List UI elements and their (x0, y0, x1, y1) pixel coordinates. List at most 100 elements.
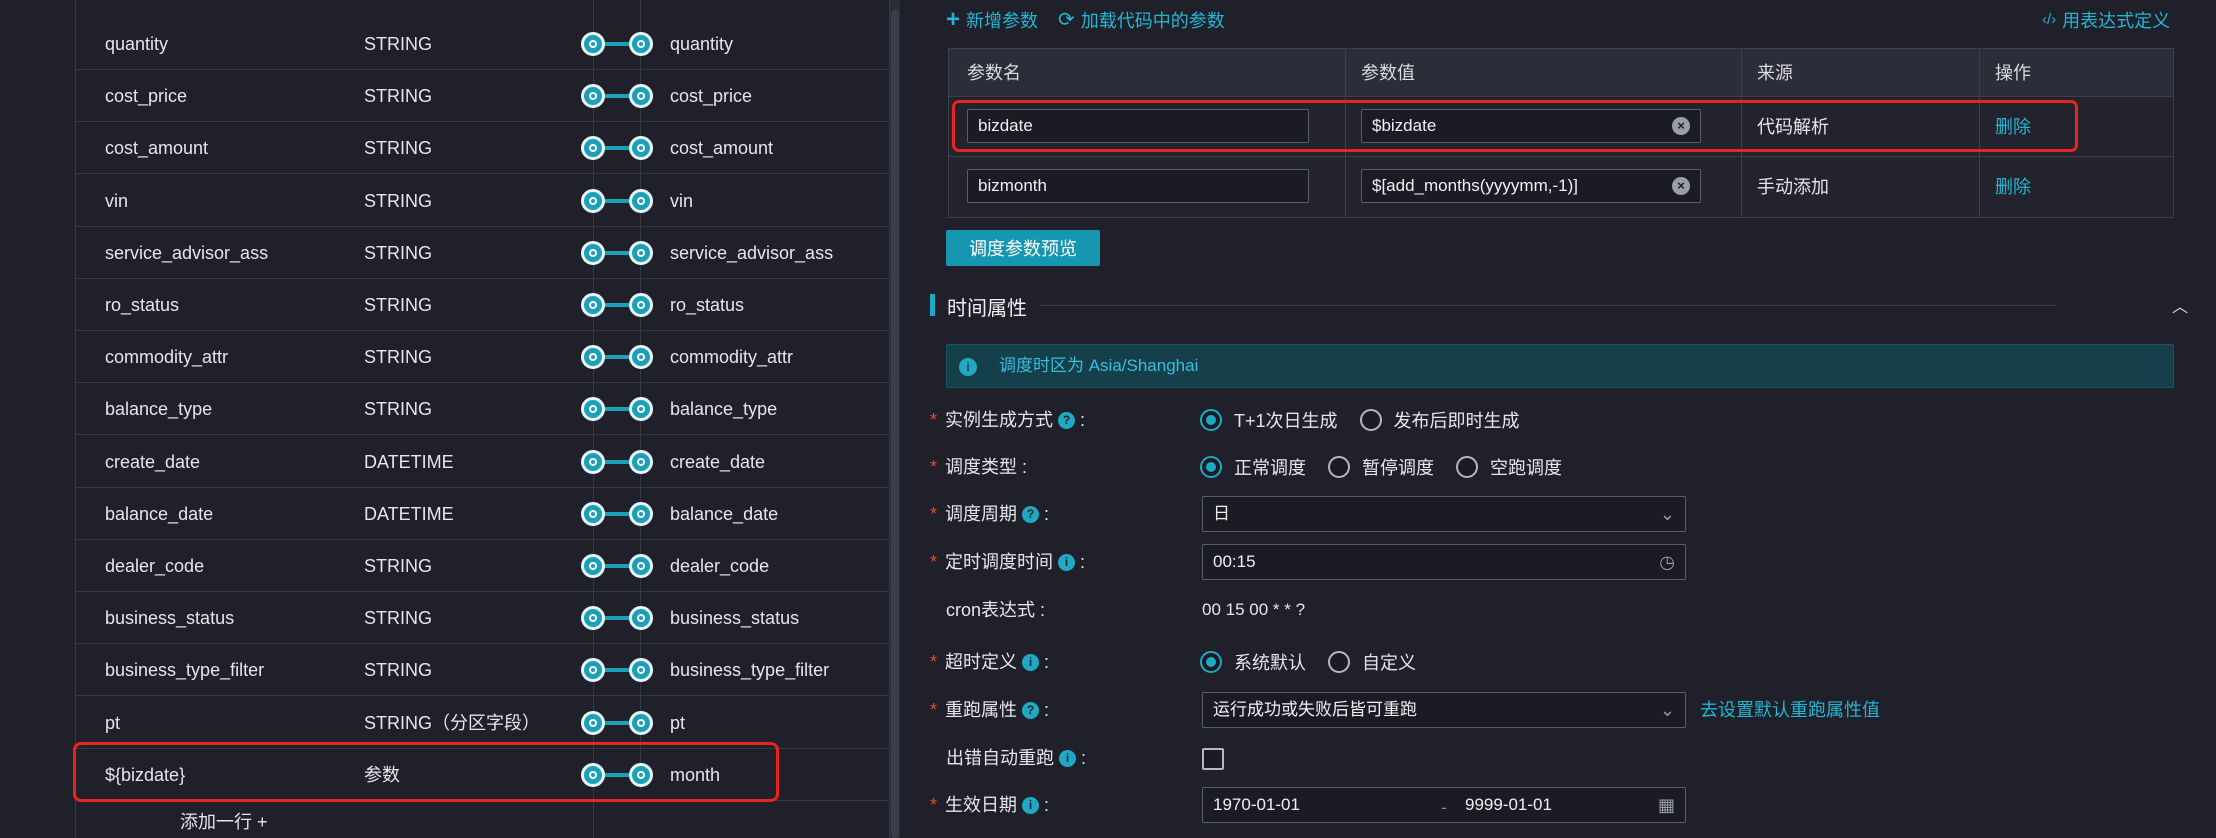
target-field: business_status (670, 608, 800, 629)
radio-system-default[interactable]: 系统默认 (1200, 649, 1306, 675)
info-icon[interactable]: i (1059, 749, 1076, 767)
source-anchor-icon[interactable] (581, 240, 605, 265)
source-anchor-icon[interactable] (581, 606, 605, 631)
mapping-row: pt STRING（分区字段） pt (76, 697, 891, 749)
target-anchor-icon[interactable] (629, 397, 653, 422)
preview-params-button[interactable]: 调度参数预览 (946, 230, 1100, 266)
colon: : (1081, 748, 1087, 768)
mapping-connector[interactable] (581, 84, 653, 109)
connector-line (603, 564, 631, 568)
source-anchor-icon[interactable] (581, 84, 605, 109)
scrollbar[interactable] (890, 0, 900, 838)
target-field: business_type_filter (670, 660, 830, 681)
info-icon[interactable]: i (1022, 796, 1040, 814)
end-date[interactable]: 9999-01-01 (1465, 788, 1552, 822)
radio-unselected[interactable] (1328, 456, 1350, 478)
target-anchor-icon[interactable] (629, 136, 653, 161)
radio-unselected[interactable] (1359, 409, 1382, 431)
mapping-connector[interactable] (581, 554, 653, 578)
colon: : (1044, 504, 1050, 524)
radio-unselected[interactable] (1328, 651, 1350, 673)
radio-custom[interactable]: 自定义 (1328, 649, 1416, 675)
source-anchor-icon[interactable] (581, 293, 605, 317)
source-anchor-icon[interactable] (581, 188, 605, 213)
help-icon[interactable]: ? (1022, 505, 1040, 523)
target-anchor-icon[interactable] (629, 32, 653, 56)
mapping-connector[interactable] (581, 188, 653, 213)
effective-date-range[interactable]: 1970-01-01 - 9999-01-01 ▦ (1202, 787, 1686, 823)
radio-unselected[interactable] (1456, 456, 1478, 478)
source-anchor-icon[interactable] (581, 449, 605, 474)
label-text: 生效日期 (945, 795, 1018, 815)
add-row-button[interactable]: 添加一行 + (180, 808, 268, 834)
radio-paused[interactable]: 暂停调度 (1328, 454, 1434, 480)
mapping-row: ro_status STRING ro_status (76, 279, 891, 331)
clear-icon[interactable]: × (1672, 177, 1690, 195)
add-param-button[interactable]: + 新增参数 (946, 7, 1038, 33)
mapping-row: commodity_attr STRING commodity_attr (76, 331, 891, 384)
param-value-input[interactable]: $[add_months(yyyymm,-1)] × (1361, 169, 1701, 203)
mapping-row: cost_price STRING cost_price (76, 70, 891, 123)
start-date[interactable]: 1970-01-01 (1213, 795, 1300, 814)
auto-rerun-checkbox[interactable] (1202, 748, 1224, 770)
time-picker[interactable]: 00:15 ◷ (1202, 544, 1686, 580)
field-type: STRING (364, 556, 433, 576)
source-field: commodity_attr (105, 347, 229, 368)
target-anchor-icon[interactable] (629, 501, 653, 526)
radio-immediate[interactable]: 发布后即时生成 (1359, 407, 1520, 433)
mapping-connector[interactable] (581, 293, 653, 317)
source-anchor-icon[interactable] (581, 397, 605, 422)
source-anchor-icon[interactable] (581, 136, 605, 161)
target-anchor-icon[interactable] (629, 606, 653, 631)
radio-t1[interactable]: T+1次日生成 (1200, 407, 1338, 433)
mapping-connector[interactable] (581, 345, 653, 370)
mapping-connector[interactable] (581, 606, 653, 631)
mapping-connector[interactable] (581, 32, 653, 56)
chevron-up-icon[interactable]: ︿ (2172, 293, 2188, 317)
target-anchor-icon[interactable] (629, 84, 653, 109)
target-field: vin (670, 190, 694, 211)
source-anchor-icon[interactable] (581, 501, 605, 526)
target-anchor-icon[interactable] (629, 554, 653, 578)
target-anchor-icon[interactable] (629, 710, 653, 735)
radio-normal[interactable]: 正常调度 (1200, 454, 1306, 480)
help-icon[interactable]: ? (1058, 411, 1076, 429)
radio-selected[interactable] (1200, 409, 1222, 431)
rerun-select[interactable]: 运行成功或失败后皆可重跑 ⌄ (1202, 692, 1686, 728)
source-anchor-icon[interactable] (581, 554, 605, 578)
radio-selected[interactable] (1200, 456, 1222, 478)
source-anchor-icon[interactable] (581, 658, 605, 683)
target-anchor-icon[interactable] (629, 449, 653, 474)
mapping-connector[interactable] (581, 501, 653, 526)
mapping-connector[interactable] (581, 710, 653, 735)
highlight-box (73, 742, 779, 802)
field-type: STRING (364, 138, 433, 159)
source-anchor-icon[interactable] (581, 32, 605, 56)
help-icon[interactable]: ? (1022, 701, 1040, 719)
load-params-button[interactable]: ⟳ 加载代码中的参数 (1058, 7, 1225, 33)
radio-selected[interactable] (1200, 651, 1222, 673)
param-name-input[interactable]: bizmonth (967, 169, 1309, 203)
target-anchor-icon[interactable] (629, 345, 653, 370)
info-icon[interactable]: i (1022, 653, 1040, 671)
mapping-connector[interactable] (581, 658, 653, 683)
required-mark: * (930, 457, 938, 477)
scrollbar-thumb[interactable] (891, 10, 899, 838)
instance-mode-label: * 实例生成方式 ?: (930, 400, 1085, 440)
source-anchor-icon[interactable] (581, 710, 605, 735)
info-icon[interactable]: i (1058, 553, 1076, 571)
mapping-connector[interactable] (581, 397, 653, 422)
expression-link[interactable]: ‹/› 用表达式定义 (2042, 7, 2170, 33)
source-anchor-icon[interactable] (581, 345, 605, 370)
rerun-settings-link[interactable]: 去设置默认重跑属性值 (1700, 690, 1880, 730)
mapping-connector[interactable] (581, 136, 653, 161)
period-select[interactable]: 日 ⌄ (1202, 496, 1686, 532)
delete-link[interactable]: 删除 (1995, 157, 2031, 217)
mapping-connector[interactable] (581, 240, 653, 265)
target-anchor-icon[interactable] (629, 240, 653, 265)
target-anchor-icon[interactable] (629, 188, 653, 213)
radio-dry-run[interactable]: 空跑调度 (1456, 454, 1562, 480)
mapping-connector[interactable] (581, 449, 653, 474)
target-anchor-icon[interactable] (629, 293, 653, 317)
target-anchor-icon[interactable] (629, 658, 653, 683)
